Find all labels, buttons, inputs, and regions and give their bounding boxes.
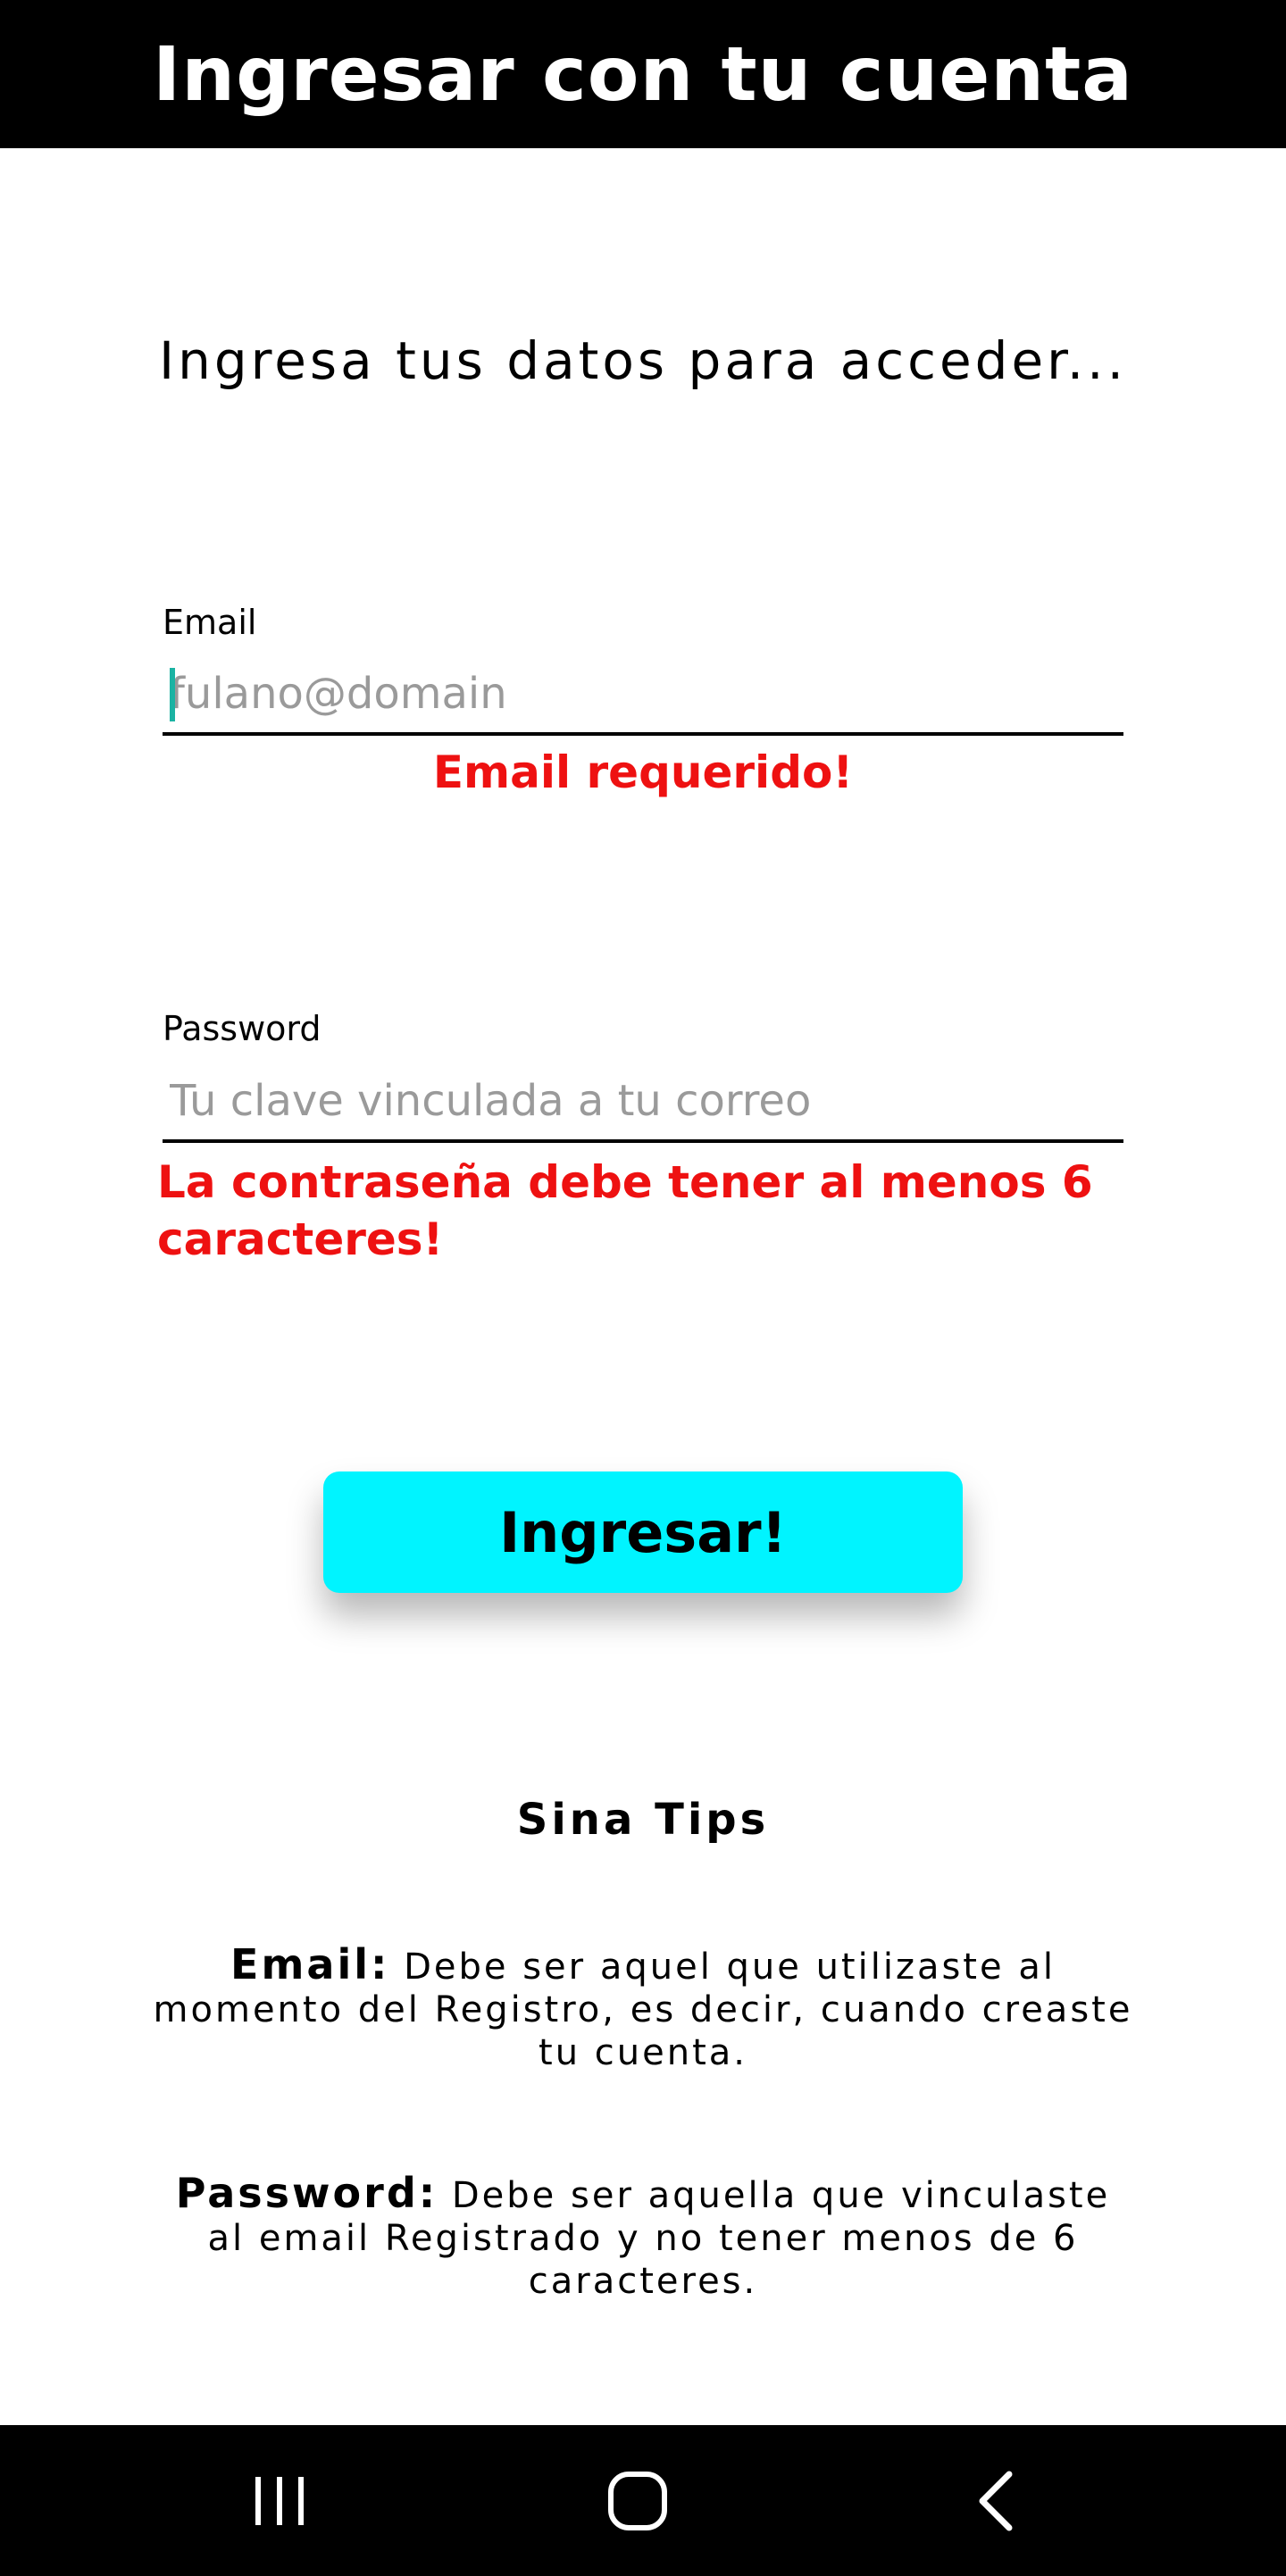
password-error: La contraseña debe tener al menos 6 cara… <box>157 1156 1093 1265</box>
login-button[interactable]: Ingresar! <box>323 1471 963 1593</box>
system-nav-bar <box>0 2425 1286 2576</box>
recent-apps-icon <box>255 2476 304 2525</box>
home-icon <box>608 2471 667 2530</box>
login-screen: Ingresar con tu cuenta Ingresa tus datos… <box>0 0 1286 2576</box>
password-label: Password <box>163 1009 322 1048</box>
recent-apps-button[interactable] <box>208 2425 351 2576</box>
email-error: Email requerido! <box>432 746 854 798</box>
tip-key: Email: <box>230 1940 390 1988</box>
intro-text: Ingresa tus datos para acceder... <box>158 330 1128 391</box>
text-cursor <box>170 668 175 721</box>
tips-title: Sina Tips <box>516 1795 770 1845</box>
password-field[interactable] <box>163 1063 1123 1143</box>
page-title: Ingresar con tu cuenta <box>153 30 1133 118</box>
back-icon <box>979 2471 1013 2530</box>
email-label: Email <box>163 603 257 642</box>
tip-password: Password: Debe ser aquella que vinculast… <box>152 2172 1134 2303</box>
home-button[interactable] <box>566 2425 709 2576</box>
email-field[interactable] <box>163 655 1123 736</box>
tip-email: Email: Debe ser aquel que utilizaste al … <box>152 1943 1134 2074</box>
back-button[interactable] <box>925 2425 1068 2576</box>
tip-key: Password: <box>175 2169 438 2217</box>
app-header: Ingresar con tu cuenta <box>0 0 1286 148</box>
